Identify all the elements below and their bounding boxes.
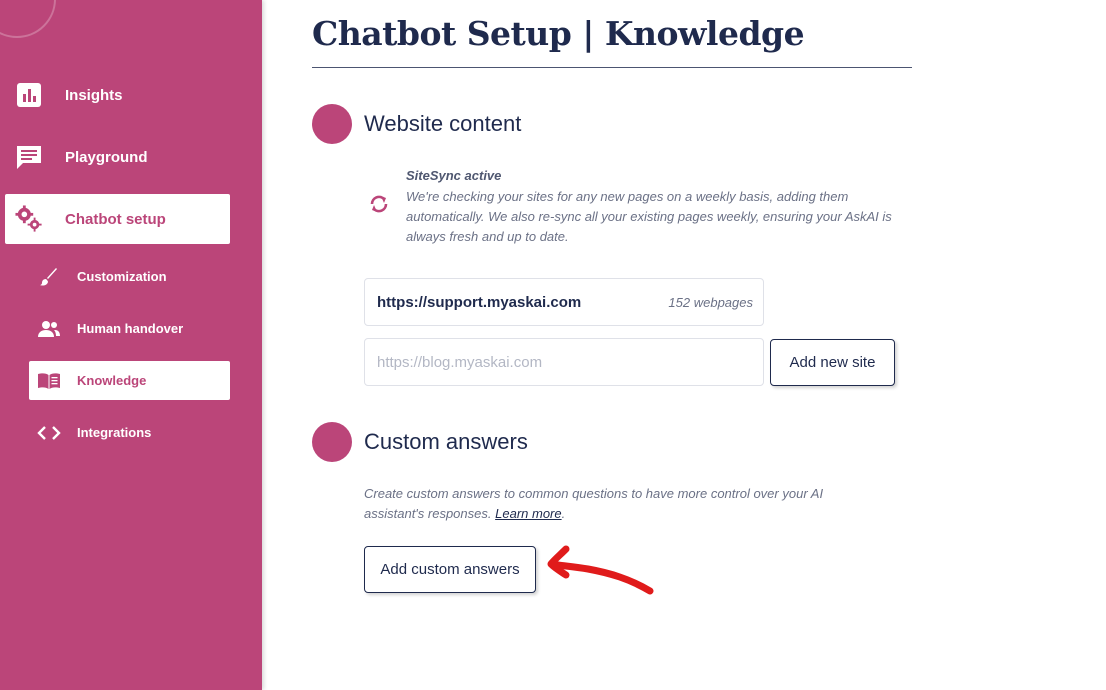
add-custom-answers-button[interactable]: Add custom answers bbox=[364, 546, 536, 593]
bar-chart-icon bbox=[15, 81, 43, 109]
title-divider bbox=[312, 67, 912, 68]
sidebar-item-label: Chatbot setup bbox=[65, 210, 166, 228]
page-title: Chatbot Setup | Knowledge bbox=[312, 14, 805, 53]
sidebar-subitem-label: Customization bbox=[77, 269, 167, 284]
add-new-site-button[interactable]: Add new site bbox=[770, 339, 895, 386]
logo-icon bbox=[0, 0, 56, 38]
sitesync-description: We're checking your sites for any new pa… bbox=[406, 189, 892, 244]
sidebar-subitem-integrations[interactable]: Integrations bbox=[29, 413, 230, 452]
sidebar-item-insights[interactable]: Insights bbox=[5, 70, 230, 120]
chat-icon bbox=[15, 143, 43, 171]
gears-icon bbox=[15, 205, 43, 233]
custom-answers-description: Create custom answers to common question… bbox=[364, 486, 824, 521]
sidebar-item-label: Insights bbox=[65, 86, 123, 104]
book-icon bbox=[37, 369, 61, 393]
new-site-url-input[interactable] bbox=[364, 338, 764, 386]
learn-more-link[interactable]: Learn more bbox=[495, 506, 561, 521]
section-title-website-content: Website content bbox=[364, 111, 522, 136]
brush-icon bbox=[37, 265, 61, 289]
site-list-item: https://support.myaskai.com 152 webpages bbox=[364, 278, 764, 326]
sidebar-item-label: Playground bbox=[65, 148, 148, 166]
site-url: https://support.myaskai.com bbox=[377, 294, 582, 311]
code-icon bbox=[37, 421, 61, 445]
sync-icon bbox=[370, 195, 388, 213]
section-title-custom-answers: Custom answers bbox=[364, 429, 528, 454]
sidebar: Insights Playground Chatbot setup Custom… bbox=[0, 0, 262, 690]
annotation-arrow-icon bbox=[547, 545, 654, 595]
site-page-count: 152 webpages bbox=[668, 295, 753, 310]
sidebar-subitem-human-handover[interactable]: Human handover bbox=[29, 309, 230, 348]
section-marker bbox=[312, 104, 352, 144]
people-icon bbox=[37, 317, 61, 341]
sidebar-item-playground[interactable]: Playground bbox=[5, 132, 230, 182]
section-marker bbox=[312, 422, 352, 462]
sidebar-subitem-label: Human handover bbox=[77, 321, 184, 336]
sidebar-subitem-knowledge[interactable]: Knowledge bbox=[29, 361, 230, 400]
sidebar-subitem-label: Knowledge bbox=[77, 373, 147, 388]
sidebar-subitem-label: Integrations bbox=[77, 425, 152, 440]
sidebar-item-chatbot-setup[interactable]: Chatbot setup bbox=[5, 194, 230, 244]
sidebar-subitem-customization[interactable]: Customization bbox=[29, 257, 230, 296]
sitesync-status: SiteSync active bbox=[406, 168, 502, 183]
